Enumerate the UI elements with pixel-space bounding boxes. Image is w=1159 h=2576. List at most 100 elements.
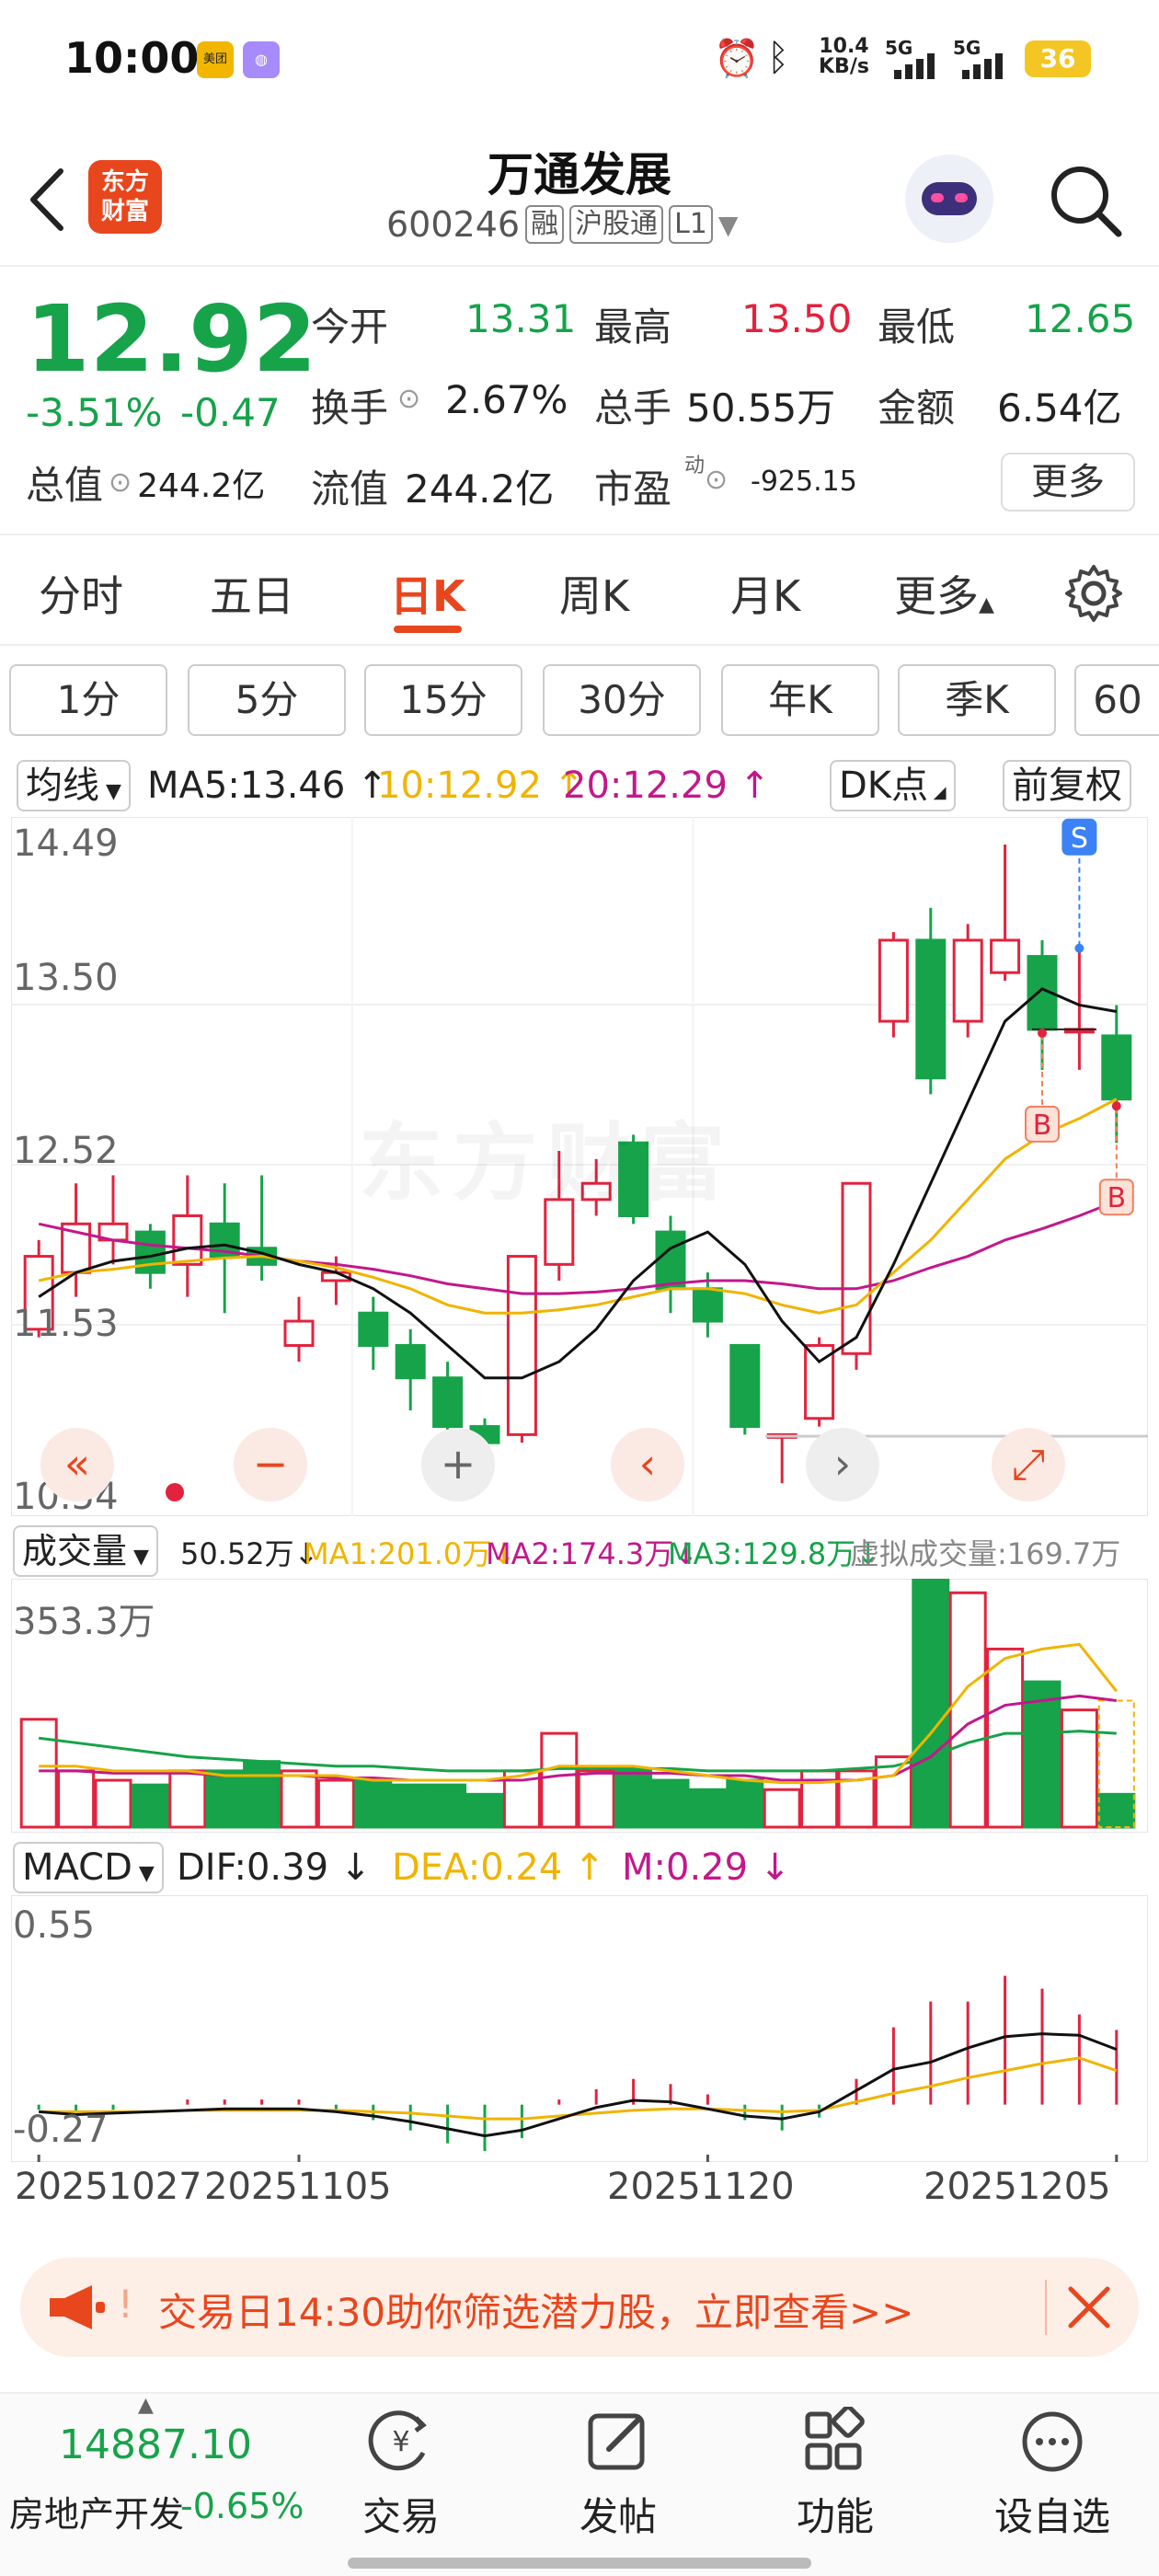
bottom-toolbar: ▲ 14887.10 房地产开发 -0.65% ¥ 交易 发帖 功能 设自选 <box>0 2392 1159 2576</box>
price-axis-1: 13.50 <box>13 957 119 999</box>
scroll-right-button[interactable]: › <box>806 1428 879 1501</box>
trade-button[interactable]: ¥ 交易 <box>309 2407 493 2542</box>
macd-axis-top: 0.55 <box>13 1904 96 1947</box>
sector-index-value[interactable]: 14887.10 <box>59 2421 252 2468</box>
trade-label: 交易 <box>361 2494 440 2539</box>
macd-frame <box>11 1895 1148 2162</box>
sell-signal-label: S <box>1071 822 1088 855</box>
high-label: 最高 <box>594 305 672 350</box>
current-price: 12.92 <box>26 285 317 393</box>
edit-pencil-icon <box>588 2413 645 2470</box>
sector-change: -0.65% <box>180 2486 304 2526</box>
buy-signal-label: B <box>1033 1110 1052 1142</box>
fullscreen-button[interactable]: ⤢ <box>992 1428 1065 1501</box>
search-icon[interactable] <box>1047 162 1124 239</box>
volume-bar <box>540 1731 579 1829</box>
date-label-0: 20251027 <box>15 2166 202 2208</box>
close-icon[interactable] <box>1065 2283 1113 2331</box>
high-value: 13.50 <box>741 296 853 341</box>
turnover-info-icon[interactable]: ⊙ <box>397 383 420 415</box>
sector-name[interactable]: 房地产开发 <box>9 2486 184 2536</box>
volume-bar <box>205 1769 244 1829</box>
candle-body <box>655 1230 686 1291</box>
chart-tabs: 分时 五日 日K 周K 月K 更多▲ <box>0 535 1159 646</box>
volume-bar <box>1060 1708 1098 1829</box>
banner-text: 交易日14:30助你筛选潜力股，立即查看>> <box>158 2290 914 2335</box>
tab-intraday[interactable]: 分时 <box>39 563 123 624</box>
add-watchlist-button[interactable]: 设自选 <box>960 2407 1144 2542</box>
low-value: 12.65 <box>1025 296 1136 341</box>
adjust-select[interactable]: 前复权 <box>1003 760 1131 811</box>
dk-point-select[interactable]: DK点 ◢ <box>830 760 956 811</box>
ma20-readout: 20:12.29 ↑ <box>563 765 771 807</box>
vol-readout: 50.52万↓ <box>180 1536 319 1571</box>
tab-five-day[interactable]: 五日 <box>210 563 294 624</box>
volume-bar <box>1023 1680 1061 1829</box>
post-button[interactable]: 发帖 <box>526 2407 710 2542</box>
zoom-in-button[interactable]: + <box>421 1428 495 1501</box>
volume-bar <box>57 1769 96 1829</box>
volume-bar <box>726 1778 764 1829</box>
dif-readout: DIF:0.39 ↓ <box>177 1846 372 1889</box>
scroll-left-button[interactable]: ‹ <box>611 1428 684 1501</box>
alarm-icon: ⏰ <box>714 38 760 80</box>
volume-chart[interactable] <box>11 1579 1148 1833</box>
robot-assistant-avatar[interactable] <box>905 155 993 243</box>
pe-label: 市盈 <box>594 466 672 512</box>
tab-weekly-k[interactable]: 周K <box>559 563 629 624</box>
net-speed-unit: KB/s <box>819 55 869 78</box>
macd-indicator-select[interactable]: MACD ▼ <box>13 1842 164 1893</box>
volume-indicator-select[interactable]: 成交量 ▼ <box>13 1525 158 1577</box>
level-tag: L1 <box>669 205 713 244</box>
period-quarter-k[interactable]: 季K <box>898 664 1056 736</box>
volume-bar <box>688 1788 727 1829</box>
record-dot <box>166 1483 184 1501</box>
macd-select-label: MACD <box>22 1846 132 1889</box>
megaphone-icon <box>50 2285 105 2329</box>
battery-icon: 36 <box>1025 40 1091 77</box>
macd-m-readout: M:0.29 ↓ <box>622 1846 791 1889</box>
dropdown-icon: ▼ <box>99 780 121 803</box>
volume-bar <box>651 1778 690 1829</box>
promo-banner[interactable]: ! 交易日14:30助你筛选潜力股，立即查看>> <box>20 2258 1139 2357</box>
tab-more[interactable]: 更多▲ <box>894 563 994 624</box>
tab-daily-k[interactable]: 日K <box>390 563 465 624</box>
dropdown-icon: ▼ <box>132 1862 155 1885</box>
period-5min[interactable]: 5分 <box>188 664 346 736</box>
turnover-label: 换手 <box>311 385 389 431</box>
pe-value: -925.15 <box>751 466 857 498</box>
volume-bar <box>94 1778 132 1829</box>
scroll-left-fast-button[interactable]: « <box>40 1428 114 1501</box>
dropdown-triangle-icon[interactable]: ▼ <box>718 210 739 240</box>
signal-dot <box>1111 1101 1121 1111</box>
volume-bar <box>280 1769 318 1829</box>
macd-chart[interactable] <box>11 1895 1148 2162</box>
watermark: 东方财富 <box>359 1095 734 1217</box>
price-axis-3: 11.53 <box>13 1303 119 1345</box>
low-label: 最低 <box>878 305 956 350</box>
float-cap-label: 流值 <box>311 466 389 512</box>
period-1min[interactable]: 1分 <box>9 664 167 736</box>
dk-label: DK点 <box>839 765 929 807</box>
candle-body <box>1101 1034 1132 1101</box>
zoom-out-button[interactable]: − <box>234 1428 307 1501</box>
period-60min[interactable]: 60 <box>1074 664 1159 736</box>
functions-button[interactable]: 功能 <box>743 2405 927 2542</box>
more-quote-button[interactable]: 更多 <box>1001 453 1135 512</box>
candle-body <box>990 938 1021 974</box>
settings-gear-icon[interactable] <box>1063 563 1124 624</box>
margin-tag: 融 <box>525 205 565 244</box>
ma-indicator-select[interactable]: 均线 ▼ <box>17 760 131 811</box>
volume-bar <box>948 1591 987 1829</box>
svg-text:¥: ¥ <box>392 2426 409 2458</box>
period-30min[interactable]: 30分 <box>543 664 701 736</box>
market-cap-label: 总值 <box>26 463 104 508</box>
info-icon[interactable]: ⊙ <box>109 466 132 499</box>
period-15min[interactable]: 15分 <box>364 664 522 736</box>
period-year-k[interactable]: 年K <box>721 664 879 736</box>
expand-caret-icon[interactable]: ▲ <box>138 2394 154 2417</box>
float-cap-value: 244.2亿 <box>405 466 555 512</box>
pe-info-icon[interactable]: ⊙ <box>705 464 728 496</box>
tab-monthly-k[interactable]: 月K <box>730 563 800 624</box>
banner-divider: ! <box>118 2282 133 2327</box>
